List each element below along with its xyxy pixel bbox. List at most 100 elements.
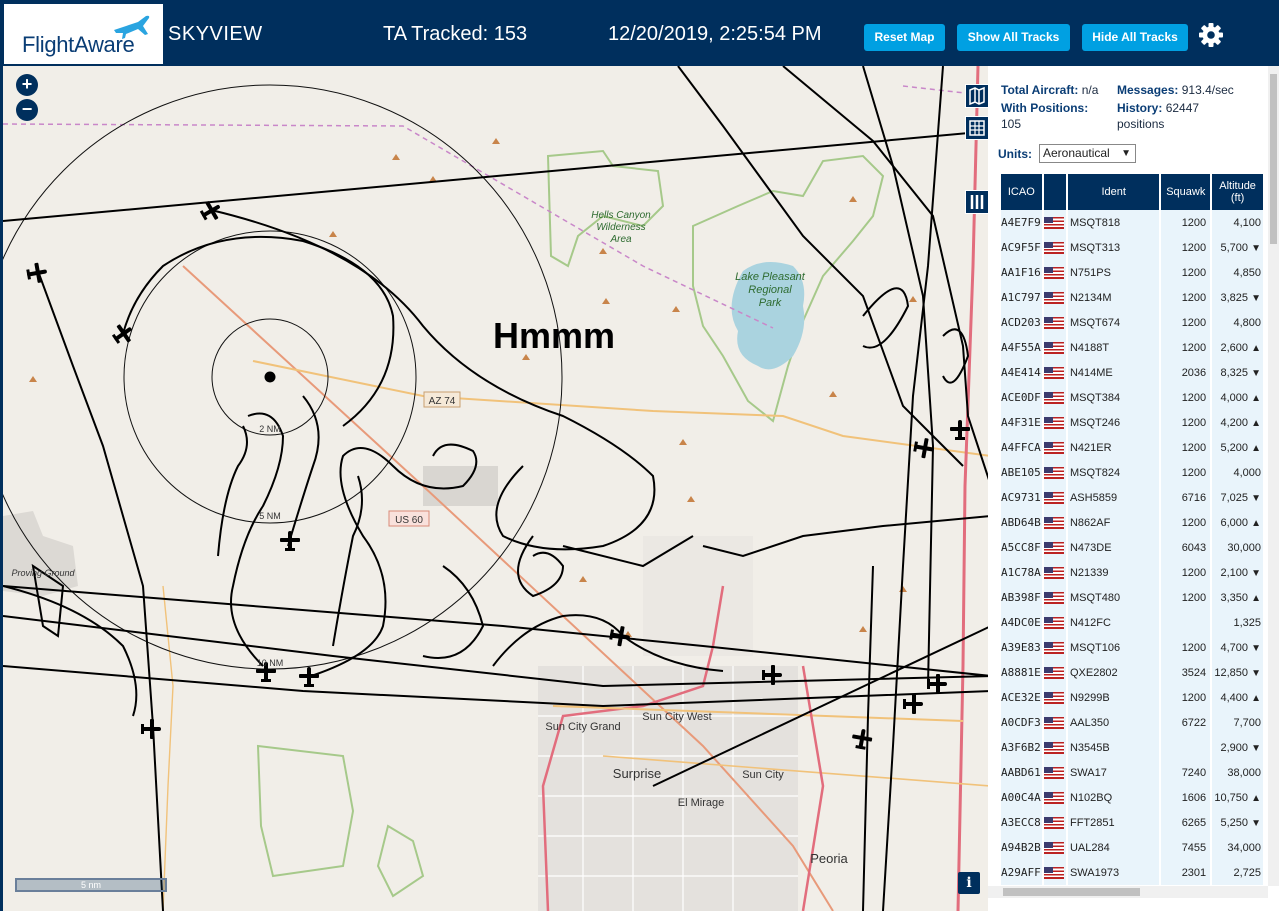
flight-track <box>882 66 944 911</box>
ident-cell: SWA1973 <box>1067 860 1160 885</box>
ident-cell: AAL350 <box>1067 710 1160 735</box>
show-all-tracks-button[interactable]: Show All Tracks <box>957 24 1070 51</box>
column-header-ident[interactable]: Ident <box>1067 174 1160 210</box>
column-header-flag[interactable] <box>1043 174 1066 210</box>
table-row[interactable]: ACE0DF MSQT384 1200 4,000 ▲ <box>1001 385 1263 410</box>
altitude-cell: 4,100 <box>1212 210 1263 235</box>
squawk-cell: 6043 <box>1161 535 1211 560</box>
hide-all-tracks-button[interactable]: Hide All Tracks <box>1082 24 1188 51</box>
units-select[interactable]: Aeronautical ▼ <box>1039 144 1136 163</box>
altitude-cell: 4,700 ▼ <box>1212 635 1263 660</box>
table-row[interactable]: A4F55A N4188T 1200 2,600 ▲ <box>1001 335 1263 360</box>
park-boundary <box>376 824 425 898</box>
flag-cell <box>1043 210 1066 235</box>
icao-cell: AC9731 <box>1001 485 1042 510</box>
zoom-out-button[interactable]: − <box>16 99 38 121</box>
scale-bar: 5 nm <box>15 878 167 892</box>
ident-cell: N9299B <box>1067 685 1160 710</box>
aircraft-marker <box>26 262 47 283</box>
table-row[interactable]: AC9731 ASH5859 6716 7,025 ▼ <box>1001 485 1263 510</box>
info-button[interactable]: i <box>958 872 980 894</box>
icao-cell: A1C78A <box>1001 560 1042 585</box>
flag-cell <box>1043 810 1066 835</box>
table-row[interactable]: ACD203 MSQT674 1200 4,800 <box>1001 310 1263 335</box>
ident-cell: N2134M <box>1067 285 1160 310</box>
flight-track <box>3 585 138 717</box>
map-view[interactable]: Hells Canyon Wilderness Area Lake Pleasa… <box>0 66 988 911</box>
altitude-trend-icon: ▼ <box>1251 492 1261 504</box>
table-row[interactable]: AB398F MSQT480 1200 3,350 ▲ <box>1001 585 1263 610</box>
table-row[interactable]: ABE105 MSQT824 1200 4,000 <box>1001 460 1263 485</box>
flag-cell <box>1043 735 1066 760</box>
map-annotation: Hmmm <box>493 315 615 356</box>
table-row[interactable]: A4F31E MSQT246 1200 4,200 ▲ <box>1001 410 1263 435</box>
altitude-trend-icon: ▲ <box>1251 342 1261 354</box>
table-row[interactable]: A94B2B UAL284 7455 34,000 <box>1001 835 1263 860</box>
flag-cell <box>1043 235 1066 260</box>
us-flag-icon <box>1043 741 1064 754</box>
table-row[interactable]: A1C797 N2134M 1200 3,825 ▼ <box>1001 285 1263 310</box>
scrollbar-thumb[interactable] <box>1003 888 1140 896</box>
table-row[interactable]: A4E414 N414ME 2036 8,325 ▼ <box>1001 360 1263 385</box>
column-header-icao[interactable]: ICAO <box>1001 174 1042 210</box>
column-header-squawk[interactable]: Squawk <box>1161 174 1211 210</box>
ident-cell: N473DE <box>1067 535 1160 560</box>
table-row[interactable]: A5CC8F N473DE 6043 30,000 <box>1001 535 1263 560</box>
altitude-trend-icon: ▲ <box>1251 692 1261 704</box>
table-row[interactable]: A00C4A N102BQ 1606 10,750 ▲ <box>1001 785 1263 810</box>
place-label: Peoria <box>810 851 848 866</box>
altitude-cell: 4,800 <box>1212 310 1263 335</box>
map-layers-icon[interactable] <box>965 84 988 108</box>
table-row[interactable]: A4DC0E N412FC 1,325 <box>1001 610 1263 635</box>
table-row[interactable]: AC9F5F MSQT313 1200 5,700 ▼ <box>1001 235 1263 260</box>
scrollbar-thumb[interactable] <box>1270 74 1277 244</box>
zoom-in-button[interactable]: + <box>16 74 38 96</box>
table-row[interactable]: A0CDF3 AAL350 6722 7,700 <box>1001 710 1263 735</box>
icao-cell: A4F31E <box>1001 410 1042 435</box>
vertical-scrollbar[interactable] <box>1268 66 1279 886</box>
flag-cell <box>1043 335 1066 360</box>
horizontal-scrollbar[interactable] <box>988 886 1268 898</box>
aircraft-marker <box>299 667 319 687</box>
columns-icon[interactable] <box>965 190 988 214</box>
ident-cell: UAL284 <box>1067 835 1160 860</box>
squawk-cell: 3524 <box>1161 660 1211 685</box>
us-flag-icon <box>1043 791 1064 804</box>
ident-cell: N3545B <box>1067 735 1160 760</box>
table-row[interactable]: A4E7F9 MSQT818 1200 4,100 <box>1001 210 1263 235</box>
ident-cell: MSQT818 <box>1067 210 1160 235</box>
map-label: Lake Pleasant <box>735 271 806 283</box>
table-row[interactable]: A29AFF SWA1973 2301 2,725 <box>1001 860 1263 885</box>
table-row[interactable]: A1C78A N21339 1200 2,100 ▼ <box>1001 560 1263 585</box>
table-row[interactable]: ACE32E N9299B 1200 4,400 ▲ <box>1001 685 1263 710</box>
squawk-cell: 1200 <box>1161 235 1211 260</box>
altitude-cell: 2,900 ▼ <box>1212 735 1263 760</box>
table-row[interactable]: A3F6B2 N3545B 2,900 ▼ <box>1001 735 1263 760</box>
altitude-trend-icon: ▼ <box>1251 642 1261 654</box>
table-row[interactable]: ABD64B N862AF 1200 6,000 ▲ <box>1001 510 1263 535</box>
icao-cell: AB398F <box>1001 585 1042 610</box>
flightaware-logo[interactable]: FlightAware <box>4 4 163 64</box>
table-row[interactable]: A3ECC8 FFT2851 6265 5,250 ▼ <box>1001 810 1263 835</box>
altitude-cell: 3,825 ▼ <box>1212 285 1263 310</box>
column-header-altitude[interactable]: Altitude (ft) <box>1212 174 1263 210</box>
flag-cell <box>1043 710 1066 735</box>
table-row[interactable]: A8881E QXE2802 3524 12,850 ▼ <box>1001 660 1263 685</box>
squawk-cell: 1200 <box>1161 435 1211 460</box>
reset-map-button[interactable]: Reset Map <box>864 24 945 51</box>
icao-cell: A4F55A <box>1001 335 1042 360</box>
altitude-cell: 2,100 ▼ <box>1212 560 1263 585</box>
table-row[interactable]: A4FFCA N421ER 1200 5,200 ▲ <box>1001 435 1263 460</box>
us-flag-icon <box>1043 616 1064 629</box>
us-flag-icon <box>1043 241 1064 254</box>
us-flag-icon <box>1043 441 1064 454</box>
gear-icon[interactable] <box>1198 22 1224 48</box>
table-row[interactable]: AABD61 SWA17 7240 38,000 <box>1001 760 1263 785</box>
restricted-boundary <box>3 123 774 329</box>
map-canvas[interactable]: Hells Canyon Wilderness Area Lake Pleasa… <box>3 66 988 911</box>
chevron-down-icon: ▼ <box>1121 148 1131 159</box>
clock: 12/20/2019, 2:25:54 PM <box>608 23 822 45</box>
table-row[interactable]: AA1F16 N751PS 1200 4,850 <box>1001 260 1263 285</box>
table-row[interactable]: A39E83 MSQT106 1200 4,700 ▼ <box>1001 635 1263 660</box>
grid-icon[interactable] <box>965 116 988 140</box>
